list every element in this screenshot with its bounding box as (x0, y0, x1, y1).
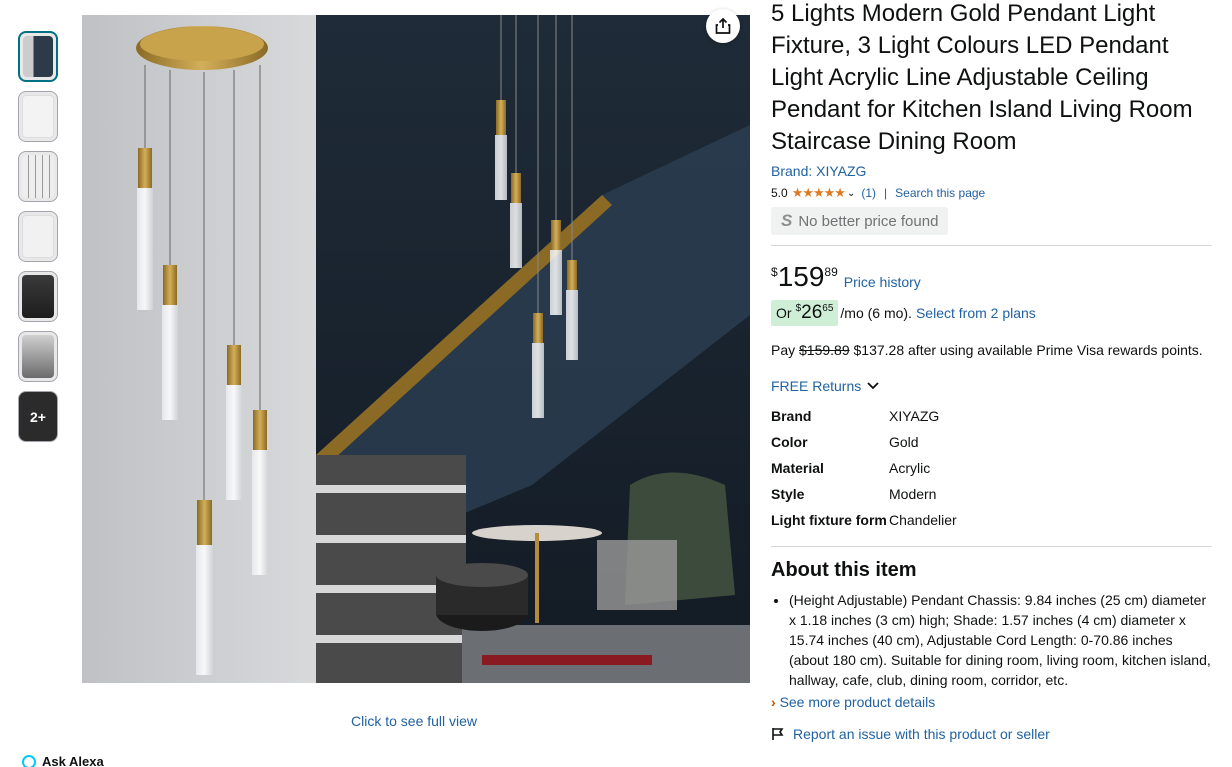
thumbnail-strip: 2+ (18, 31, 58, 451)
rating-row: 5.0 ★★★★★ ⌄ (1) | Search this page (771, 185, 1212, 201)
divider (771, 245, 1212, 246)
about-bullet: (Height Adjustable) Pendant Chassis: 9.8… (789, 590, 1212, 690)
price-symbol: $ (771, 265, 778, 279)
thumbnail-6[interactable] (18, 331, 58, 382)
product-photo (82, 15, 750, 683)
more-thumbnails-button[interactable]: 2+ (18, 391, 58, 442)
pay-original-price: $159.89 (799, 342, 850, 358)
see-more-link[interactable]: › See more product details (771, 694, 1212, 710)
pay-discounted-price: $137.28 (853, 342, 905, 358)
spec-row: Light fixture form Chandelier (771, 510, 957, 536)
spec-key: Color (771, 434, 808, 450)
main-product-image[interactable] (82, 15, 750, 683)
about-list: (Height Adjustable) Pendant Chassis: 9.8… (771, 590, 1212, 690)
spec-row: Style Modern (771, 484, 957, 510)
separator: | (884, 186, 888, 200)
installment-fraction: 65 (822, 303, 834, 314)
report-label: Report an issue with this product or sel… (793, 726, 1050, 742)
report-issue-link[interactable]: Report an issue with this product or sel… (771, 726, 1212, 742)
prime-visa-offer: Pay $159.89 $137.28 after using availabl… (771, 342, 1212, 358)
share-icon (715, 17, 731, 34)
ask-alexa[interactable]: Ask Alexa (22, 754, 104, 767)
about-title: About this item (771, 546, 1212, 582)
price-fraction: 89 (824, 265, 838, 279)
spec-key: Light fixture form (771, 512, 887, 528)
alexa-icon (22, 754, 36, 767)
spec-table: Brand XIYAZG Color Gold Material Acrylic… (771, 406, 957, 536)
brand-link[interactable]: Brand: XIYAZG (771, 163, 1212, 179)
spec-row: Color Gold (771, 432, 957, 458)
pay-prefix: Pay (771, 342, 796, 358)
star-rating-icon[interactable]: ★★★★★ (792, 185, 846, 201)
installment-row: Or $ 26 65 /mo (6 mo). Select from 2 pla… (771, 300, 1212, 326)
chevron-right-icon: › (771, 694, 776, 710)
spec-row: Material Acrylic (771, 458, 957, 484)
thumbnail-3[interactable] (18, 151, 58, 202)
thumbnail-4[interactable] (18, 211, 58, 262)
price-history-link[interactable]: Price history (844, 274, 921, 290)
price-whole: 159 (777, 261, 825, 292)
spec-key: Style (771, 486, 805, 502)
no-better-price-badge[interactable]: S No better price found (771, 207, 949, 235)
spec-value: Acrylic (889, 460, 931, 476)
s-logo-icon: S (781, 211, 793, 230)
product-title: 5 Lights Modern Gold Pendant Light Fixtu… (771, 0, 1193, 155)
free-returns-label: FREE Returns (771, 378, 862, 394)
thumbnail-1[interactable] (18, 31, 58, 82)
installment-price-box: Or $ 26 65 (771, 300, 839, 326)
search-page-link[interactable]: Search this page (895, 186, 985, 200)
installment-term: /mo (6 mo). (840, 305, 912, 321)
pay-suffix: after using available Prime Visa rewards… (908, 342, 1203, 358)
installment-whole: 26 (801, 302, 823, 323)
see-more-label: See more product details (779, 694, 936, 710)
price-row: $ 159 89 Price history (771, 262, 1212, 292)
free-returns-link[interactable]: FREE Returns (771, 378, 1212, 394)
spec-key: Material (771, 460, 824, 476)
chevron-down-icon[interactable]: ⌄ (847, 188, 855, 199)
ask-alexa-label: Ask Alexa (42, 754, 104, 767)
product-details: 5 Lights Modern Gold Pendant Light Fixtu… (771, 0, 1212, 742)
thumbnail-5[interactable] (18, 271, 58, 322)
chevron-down-icon (867, 382, 879, 390)
select-plans-link[interactable]: Select from 2 plans (916, 305, 1036, 321)
spec-value: Chandelier (889, 512, 957, 528)
share-button[interactable] (706, 9, 740, 43)
full-view-link[interactable]: Click to see full view (351, 713, 477, 729)
thumbnail-2[interactable] (18, 91, 58, 142)
flag-icon (772, 728, 784, 740)
spec-key: Brand (771, 408, 812, 424)
spec-value: Gold (889, 434, 919, 450)
installment-or: Or (776, 305, 792, 321)
spec-value: XIYAZG (889, 408, 940, 424)
review-count-link[interactable]: (1) (861, 186, 876, 200)
no-better-price-text: No better price found (798, 212, 939, 230)
more-thumbnails-label: 2+ (30, 408, 46, 425)
spec-row: Brand XIYAZG (771, 406, 957, 432)
spec-value: Modern (889, 486, 937, 502)
rating-value: 5.0 (771, 186, 788, 200)
